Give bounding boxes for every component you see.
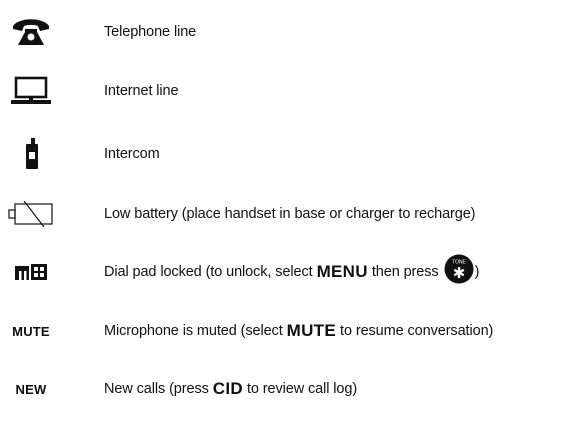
mute-indicator: MUTE — [0, 311, 62, 351]
legend-row-low-battery: Low battery (place handset in base or ch… — [0, 194, 586, 234]
legend-text: Dial pad locked (to unlock, select — [104, 264, 313, 280]
legend-text: New calls (press — [104, 381, 209, 397]
legend-desc-intercom: Intercom — [104, 134, 160, 174]
legend-row-telephone: Telephone line — [0, 12, 586, 52]
tone-star-key-icon: TONE ✱ — [444, 254, 474, 284]
legend-desc-low-battery: Low battery (place handset in base or ch… — [104, 194, 476, 234]
star-symbol: ✱ — [452, 264, 464, 282]
legend-text: then press — [371, 264, 439, 280]
legend-text: Telephone line — [104, 24, 197, 40]
monitor-icon — [0, 71, 62, 111]
legend-desc-dial-pad-locked: Dial pad locked (to unlock, select MENU … — [104, 252, 479, 292]
dial-pad-lock-icon — [0, 252, 62, 292]
legend-text: to review call log) — [246, 381, 358, 397]
mute-key-label: MUTE — [286, 321, 337, 340]
cid-key-label: CID — [212, 379, 243, 398]
menu-key-label: MENU — [316, 262, 368, 281]
legend-text: Intercom — [104, 146, 160, 162]
intercom-handset-icon — [0, 134, 62, 174]
legend-text: ) — [474, 264, 480, 280]
legend-desc-new-calls: New calls (press CID to review call log) — [104, 369, 357, 409]
new-calls-indicator: NEW — [0, 369, 62, 409]
legend-row-new-calls: NEW New calls (press CID to review call … — [0, 369, 586, 409]
legend-desc-mute: Microphone is muted (select MUTE to resu… — [104, 311, 493, 351]
legend-row-internet: Internet line — [0, 71, 586, 111]
legend-row-dial-pad-locked: Dial pad locked (to unlock, select MENU … — [0, 252, 586, 292]
legend-desc-telephone: Telephone line — [104, 12, 196, 52]
legend-text: to resume conversation) — [340, 323, 494, 339]
new-indicator-text: NEW — [15, 381, 47, 397]
legend-text: Low battery (place handset in base or ch… — [104, 206, 476, 222]
legend-text: Internet line — [104, 83, 179, 99]
low-battery-icon — [0, 194, 62, 234]
legend-row-intercom: Intercom — [0, 134, 586, 174]
mute-indicator-text: MUTE — [12, 323, 50, 339]
legend-row-mute: MUTE Microphone is muted (select MUTE to… — [0, 311, 586, 351]
legend-text: Microphone is muted (select — [104, 323, 283, 339]
telephone-icon — [0, 12, 62, 52]
legend-desc-internet: Internet line — [104, 71, 179, 111]
